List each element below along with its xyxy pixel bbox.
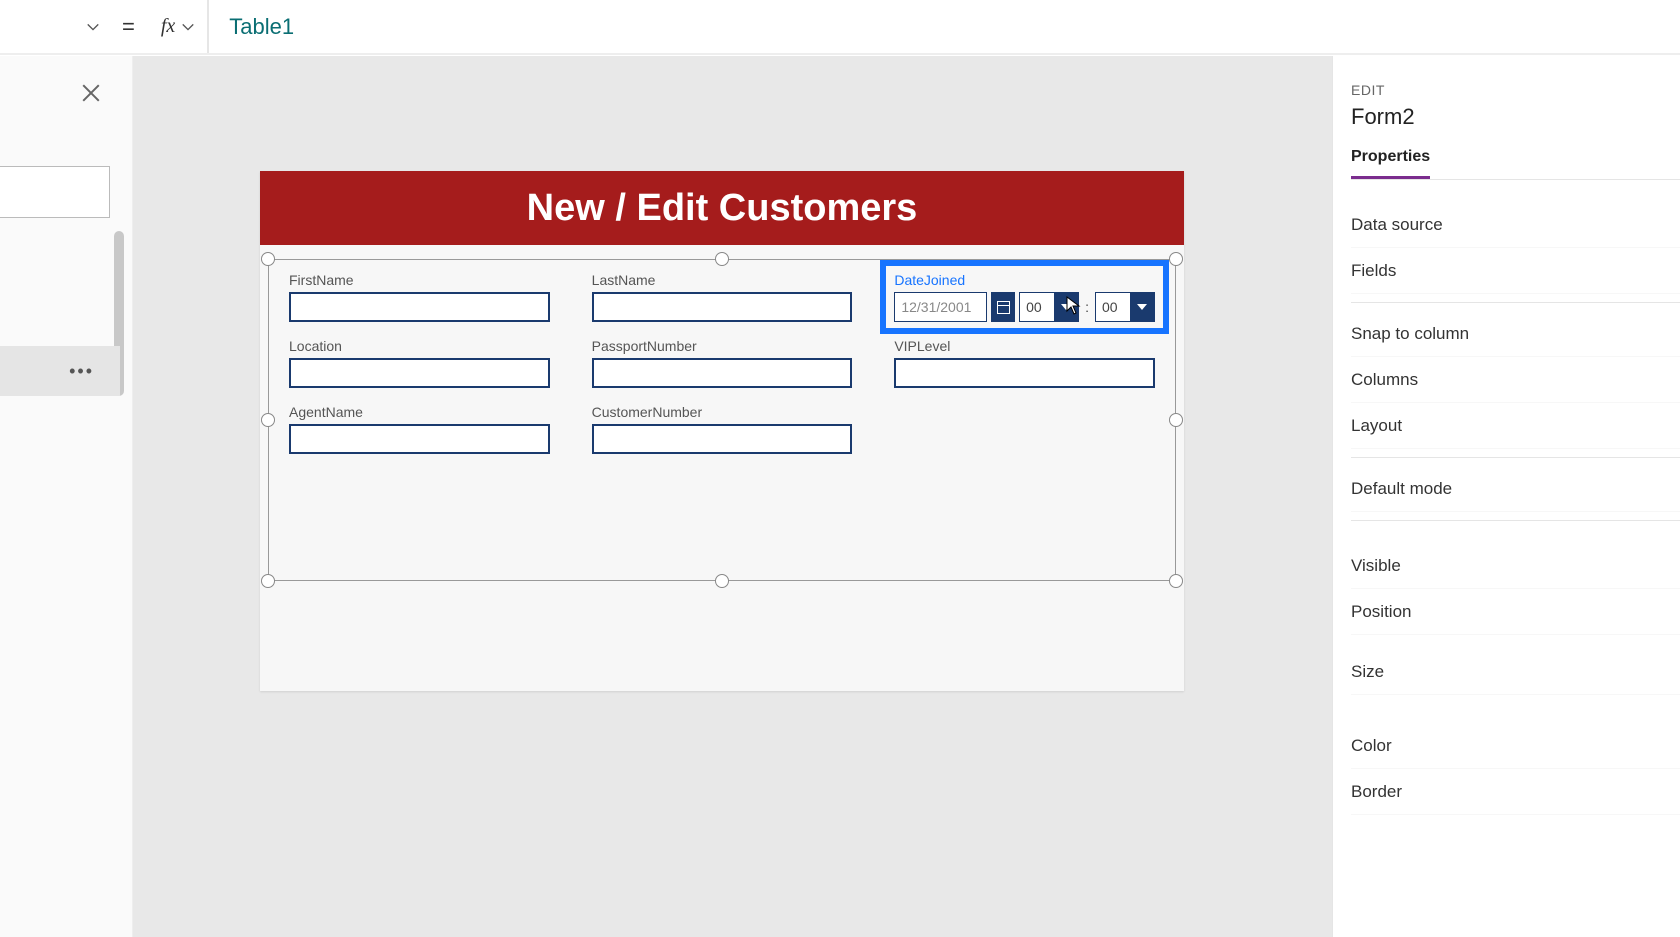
text-input[interactable] [289,424,550,454]
close-icon[interactable] [80,82,102,104]
chevron-down-icon [1061,304,1071,310]
canvas-area: New / Edit Customers FirstName LastName [133,56,1332,937]
prop-default-mode[interactable]: Default mode [1351,466,1680,512]
time-separator: : [1083,299,1091,315]
resize-handle[interactable] [715,574,729,588]
resize-handle[interactable] [261,413,275,427]
resize-handle[interactable] [261,574,275,588]
tab-properties[interactable]: Properties [1351,148,1430,179]
tree-item-selected[interactable]: ••• [0,346,120,396]
calendar-icon [997,301,1010,314]
card-date-joined[interactable]: DateJoined 12/31/2001 00 : 00 [888,268,1161,326]
text-input[interactable] [592,424,853,454]
minute-value: 00 [1096,299,1130,315]
resize-handle[interactable] [261,252,275,266]
hour-value: 00 [1020,299,1054,315]
prop-fields[interactable]: Fields [1351,248,1680,294]
dropdown-button[interactable] [1054,292,1078,322]
spacer [1351,635,1680,649]
divider [1351,457,1680,458]
field-label: AgentName [289,404,550,420]
field-label: PassportNumber [592,338,853,354]
form-control[interactable]: FirstName LastName DateJoined 12/31/2001 [268,259,1176,581]
field-label: DateJoined [894,272,1155,288]
resize-handle[interactable] [1169,574,1183,588]
field-label: VIPLevel [894,338,1155,354]
field-label: CustomerNumber [592,404,853,420]
text-input[interactable] [289,292,550,322]
prop-border[interactable]: Border [1351,769,1680,815]
field-label: Location [289,338,550,354]
prop-snap-to-columns[interactable]: Snap to column [1351,311,1680,357]
date-time-row: 12/31/2001 00 : 00 [894,292,1155,322]
minute-select[interactable]: 00 [1095,292,1155,322]
prop-visible[interactable]: Visible [1351,543,1680,589]
fx-button[interactable]: fx [149,0,209,53]
chevron-down-icon [181,20,195,34]
card-last-name[interactable]: LastName [592,272,853,322]
equals-sign: = [108,14,149,40]
text-input[interactable] [592,292,853,322]
selected-control-name[interactable]: Form2 [1351,104,1680,130]
hour-select[interactable]: 00 [1019,292,1079,322]
tree-view-panel: ••• [0,56,133,937]
field-label: LastName [592,272,853,288]
more-icon[interactable]: ••• [69,361,94,382]
card-vip-level[interactable]: VIPLevel [894,338,1155,388]
card-customer-number[interactable]: CustomerNumber [592,404,853,454]
date-input[interactable]: 12/31/2001 [894,292,987,322]
resize-handle[interactable] [1169,413,1183,427]
properties-list: Data source Fields Snap to column Column… [1351,202,1680,815]
text-input[interactable] [289,358,550,388]
card-passport-number[interactable]: PassportNumber [592,338,853,388]
text-input[interactable] [894,358,1155,388]
form-cards: FirstName LastName DateJoined 12/31/2001 [281,264,1163,576]
property-dropdown[interactable] [0,11,108,43]
chevron-down-icon [86,20,100,34]
dropdown-button[interactable] [1130,292,1154,322]
formula-bar: = fx Table1 [0,0,1680,55]
chevron-down-icon [1137,304,1147,310]
spacer [1351,695,1680,709]
spacer [1351,709,1680,723]
resize-handle[interactable] [1169,252,1183,266]
prop-size[interactable]: Size [1351,649,1680,695]
fx-label: fx [161,15,175,38]
divider [1351,520,1680,521]
app-screen[interactable]: New / Edit Customers FirstName LastName [260,171,1184,691]
prop-position[interactable]: Position [1351,589,1680,635]
divider [1351,302,1680,303]
card-first-name[interactable]: FirstName [289,272,550,322]
spacer [1351,529,1680,543]
prop-data-source[interactable]: Data source [1351,202,1680,248]
prop-color[interactable]: Color [1351,723,1680,769]
field-label: FirstName [289,272,550,288]
panel-tabs: Properties [1351,148,1680,180]
text-input[interactable] [592,358,853,388]
card-agent-name[interactable]: AgentName [289,404,550,454]
calendar-button[interactable] [991,292,1015,322]
prop-layout[interactable]: Layout [1351,403,1680,449]
formula-input[interactable]: Table1 [209,14,294,40]
prop-columns[interactable]: Columns [1351,357,1680,403]
card-location[interactable]: Location [289,338,550,388]
header-title: New / Edit Customers [260,171,1184,245]
properties-panel: EDIT Form2 Properties Data source Fields… [1332,56,1680,937]
tree-search-input[interactable] [0,166,110,218]
panel-context-label: EDIT [1351,82,1680,98]
